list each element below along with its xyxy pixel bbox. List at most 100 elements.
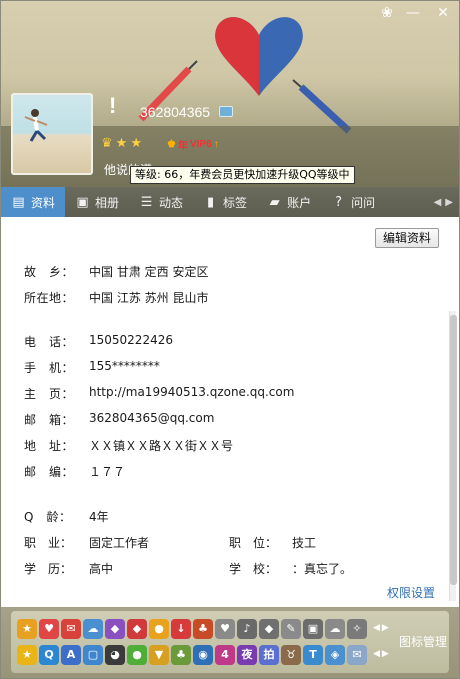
plant-icon[interactable]: ♣: [171, 645, 191, 665]
level-tooltip: 等级: 66，年费会员更快加速升级QQ等级中: [130, 166, 355, 184]
cow-icon[interactable]: ♉: [281, 645, 301, 665]
field-label: 职 位：: [229, 536, 278, 550]
cloud-gray-icon[interactable]: ☁: [325, 619, 345, 639]
music-icon[interactable]: ♪: [237, 619, 257, 639]
field-qage: Q 龄： 4年: [24, 508, 109, 525]
shield-icon[interactable]: ▼: [149, 645, 169, 665]
field-value: 4年: [89, 510, 109, 524]
bookmark-icon: ▮: [206, 194, 215, 210]
star-icon: ★: [130, 136, 142, 151]
security-icon[interactable]: T: [303, 645, 323, 665]
vip-level: VIP6: [189, 139, 212, 150]
field-mobile: 手 机： 155********: [24, 359, 160, 376]
field-label: 学 历：: [24, 562, 73, 576]
tab-scroll: ◀ ▶: [434, 197, 459, 208]
level-badges[interactable]: ♛ ★ ★: [101, 135, 142, 153]
app-icon[interactable]: A: [61, 645, 81, 665]
safe-icon[interactable]: ◈: [325, 645, 345, 665]
star-icon: ★: [115, 136, 128, 151]
blue-pencil-tip: [292, 79, 302, 88]
prev-icon[interactable]: ◀: [373, 649, 380, 659]
permission-settings-link[interactable]: 权限设置: [387, 584, 435, 601]
tab-tags[interactable]: ▮ 标签: [193, 187, 257, 217]
tv-icon[interactable]: ▣: [303, 619, 323, 639]
vip-badge[interactable]: ♚ 年 VIP6 ↑: [167, 137, 219, 152]
field-value: 155********: [89, 359, 160, 373]
qq-blue-icon[interactable]: Q: [39, 645, 59, 665]
close-button[interactable]: ✕: [431, 4, 455, 22]
profile-window: ❀ — ✕ ! 362804365 ♛ ★ ★ ♚ 年 VIP6 ↑ 他说的漠 …: [0, 0, 460, 679]
field-value: １７７: [89, 465, 126, 479]
pet-icon[interactable]: ●: [149, 619, 169, 639]
photo-album-icon: ▣: [76, 194, 89, 210]
tab-album[interactable]: ▣ 相册: [65, 187, 129, 217]
yellow-star-icon[interactable]: ★: [17, 645, 37, 665]
field-label: Q 龄：: [24, 510, 72, 524]
eye-icon[interactable]: ◉: [193, 645, 213, 665]
tab-profile[interactable]: ▤ 资料: [1, 187, 66, 217]
diamond-red-icon[interactable]: ◆: [127, 619, 147, 639]
profile-banner: ❀ — ✕ ! 362804365 ♛ ★ ★ ♚ 年 VIP6 ↑ 他说的漠 …: [1, 1, 459, 187]
chat-gray-icon[interactable]: ✎: [281, 619, 301, 639]
crown-icon: ♛: [101, 136, 113, 151]
vip-year: 年: [177, 141, 188, 152]
prev-icon[interactable]: ◀: [373, 623, 380, 633]
cloud-icon[interactable]: ☁: [83, 619, 103, 639]
next-icon[interactable]: ▶: [382, 623, 389, 633]
field-value[interactable]: http://ma19940513.qzone.qq.com: [89, 385, 294, 402]
status-indicator: !: [109, 93, 117, 118]
game-icon[interactable]: ♣: [193, 619, 213, 639]
up-arrow-icon: ↑: [213, 139, 219, 150]
next-icon[interactable]: ▶: [382, 649, 389, 659]
feed-list-icon: ☰: [140, 194, 153, 210]
download-icon[interactable]: ↓: [171, 619, 191, 639]
qzone-icon[interactable]: ★: [17, 619, 37, 639]
heart-red: [215, 17, 259, 97]
icon-panel: ★ ♥ ✉ ☁ ◆ ◆ ● ↓ ♣ ♥ ♪ ◆ ✎ ▣ ☁ ✧ ★ Q A ▢ ◕ ● ▼ ♣ ◉ 4 夜拍 ♉ T ◈ ✉ ◀ ▶ ◀ ▶ …: [1, 607, 459, 678]
scroll-right-icon[interactable]: ▶: [445, 197, 453, 208]
star-gray-icon[interactable]: ✧: [347, 619, 367, 639]
penguin-icon[interactable]: ◕: [105, 645, 125, 665]
field-location: 所在地： 中国 江苏 苏州 昆山市: [24, 289, 208, 306]
field-label: 手 机：: [24, 361, 75, 375]
tab-label: 相册: [95, 195, 120, 210]
wechat-icon[interactable]: ●: [127, 645, 147, 665]
field-job-row: 职 业： 固定工作者 职 位： 技工: [24, 534, 316, 551]
gift-icon[interactable]: ✉: [61, 619, 81, 639]
skin-icon[interactable]: ❀: [375, 4, 399, 22]
photo-icon[interactable]: ▢: [83, 645, 103, 665]
mail-heart-icon[interactable]: ♥: [39, 619, 59, 639]
edit-profile-button[interactable]: 编辑资料: [374, 228, 439, 248]
field-value: 中国 江苏 苏州 昆山市: [89, 291, 209, 305]
minimize-button[interactable]: —: [401, 4, 425, 22]
tab-account[interactable]: ▰ 账户: [257, 187, 321, 217]
tab-feed[interactable]: ☰ 动态: [129, 187, 193, 217]
scrollbar-thumb[interactable]: [450, 315, 457, 585]
qq-number: 362804365: [140, 104, 211, 120]
diamond-gray-icon[interactable]: ◆: [259, 619, 279, 639]
field-label: 地 址：: [24, 439, 75, 453]
field-email: 邮 箱： 362804365@qq.com: [24, 411, 214, 428]
diamond-purple-icon[interactable]: ◆: [105, 619, 125, 639]
paipai-icon[interactable]: 拍: [259, 645, 279, 665]
icon-row-2: ★ Q A ▢ ◕ ● ▼ ♣ ◉ 4 夜拍 ♉ T ◈ ✉: [17, 645, 367, 665]
field-value: 高中: [89, 562, 114, 576]
scrollbar[interactable]: [449, 311, 457, 601]
field-value: 技工: [292, 536, 317, 550]
avatar[interactable]: [11, 93, 93, 175]
mail-icon[interactable]: ✉: [347, 645, 367, 665]
field-value: 15050222426: [89, 333, 173, 347]
card-icon[interactable]: [219, 106, 233, 117]
vip-crown-icon: ♚: [167, 139, 176, 150]
heart-gray-icon[interactable]: ♥: [215, 619, 235, 639]
level-icon[interactable]: 4: [215, 645, 235, 665]
field-value: ＸＸ镇ＸＸ路ＸＸ街ＸＸ号: [89, 439, 234, 453]
scroll-left-icon[interactable]: ◀: [434, 197, 442, 208]
tab-wenwen[interactable]: ? 问问: [321, 187, 385, 217]
profile-content: 编辑资料 故 乡： 中国 甘肃 定西 安定区 所在地： 中国 江苏 苏州 昆山市…: [1, 217, 459, 607]
field-zipcode: 邮 编： １７７: [24, 463, 125, 480]
icon-manage-button[interactable]: 图标管理: [399, 633, 447, 650]
field-hometown: 故 乡： 中国 甘肃 定西 安定区: [24, 263, 208, 280]
game-night-icon[interactable]: 夜: [237, 645, 257, 665]
field-label: 所在地：: [24, 291, 75, 305]
